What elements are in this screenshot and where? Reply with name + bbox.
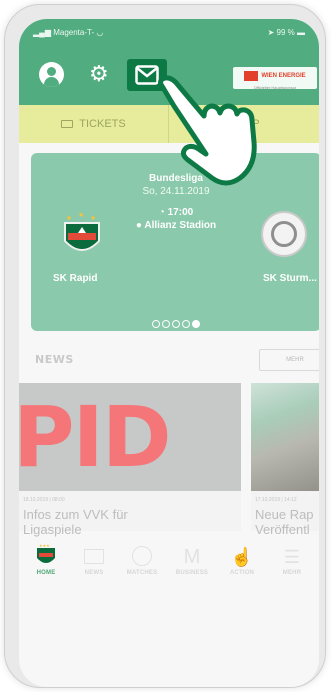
status-bar: ▂▄▆ Magenta-T- ◡ ➤ 99 % ▬ xyxy=(19,28,319,42)
carousel-dot[interactable] xyxy=(162,320,170,328)
battery-icon: ▬ xyxy=(297,28,305,37)
nav-matches[interactable]: MATCHES xyxy=(119,544,165,576)
away-team-crest xyxy=(261,211,307,257)
ball-icon xyxy=(119,544,165,570)
news-image: PID xyxy=(19,383,241,491)
carousel-dot[interactable] xyxy=(152,320,160,328)
bottom-navigation: ★★★ HOME NEWS MATCHES M BUSINESS ☝ ACTIO… xyxy=(19,543,319,596)
news-heading: NEWS xyxy=(35,353,74,366)
news-card[interactable]: PID 18.10.2019 | 08:00 Infos zum VVK für… xyxy=(19,383,241,537)
ticket-icon xyxy=(61,120,74,129)
gear-icon[interactable]: ⚙ xyxy=(89,61,109,87)
carousel-dots[interactable] xyxy=(31,315,319,333)
more-news-button[interactable]: MEHR xyxy=(259,349,319,371)
home-team-name: SK Rapid xyxy=(53,273,98,284)
carousel-dot[interactable] xyxy=(172,320,180,328)
clock-icon: ◔ xyxy=(158,207,165,218)
news-date: 17.10.2019 | 14:12 xyxy=(255,497,297,503)
user-icon[interactable] xyxy=(39,62,64,87)
newspaper-icon xyxy=(71,544,117,570)
carousel-dot[interactable] xyxy=(192,320,200,328)
nav-home[interactable]: ★★★ HOME xyxy=(23,543,69,576)
home-crest-icon: ★★★ xyxy=(23,543,69,570)
carrier-label: ▂▄▆ Magenta-T- ◡ xyxy=(33,28,104,37)
nav-more[interactable]: ☰ MEHR xyxy=(269,544,315,576)
signal-icon: ▂▄▆ xyxy=(33,28,51,37)
menu-icon: ☰ xyxy=(283,547,301,567)
svg-text:★: ★ xyxy=(66,214,72,222)
news-image xyxy=(251,383,319,491)
battery-indicator: ➤ 99 % ▬ xyxy=(267,28,305,37)
location-pin-icon: ● xyxy=(135,220,142,231)
tap-icon: ☝ xyxy=(230,547,254,567)
location-icon: ➤ xyxy=(267,28,275,37)
news-card[interactable]: 17.10.2019 | 14:12 Neue Rap Veröffentl xyxy=(251,383,319,537)
news-date: 18.10.2019 | 08:00 xyxy=(23,497,65,503)
business-icon: M xyxy=(183,546,201,568)
news-title: Infos zum VVK für Ligaspiele xyxy=(23,507,128,537)
nav-business[interactable]: M BUSINESS xyxy=(169,544,215,576)
home-team-crest: ★ ★ ★ xyxy=(59,211,105,259)
svg-text:★: ★ xyxy=(78,211,84,219)
news-title: Neue Rap Veröffentl xyxy=(255,507,314,537)
nav-news[interactable]: NEWS xyxy=(71,544,117,576)
pointer-hand-icon xyxy=(148,70,268,190)
nav-action[interactable]: ☝ ACTION xyxy=(219,544,265,576)
svg-text:★: ★ xyxy=(90,214,96,222)
svg-text:★★★: ★★★ xyxy=(39,544,50,548)
carousel-dot[interactable] xyxy=(182,320,190,328)
away-team-name: SK Sturm... xyxy=(263,273,317,284)
tab-tickets[interactable]: TICKETS xyxy=(19,105,169,143)
wifi-icon: ◡ xyxy=(96,28,104,37)
